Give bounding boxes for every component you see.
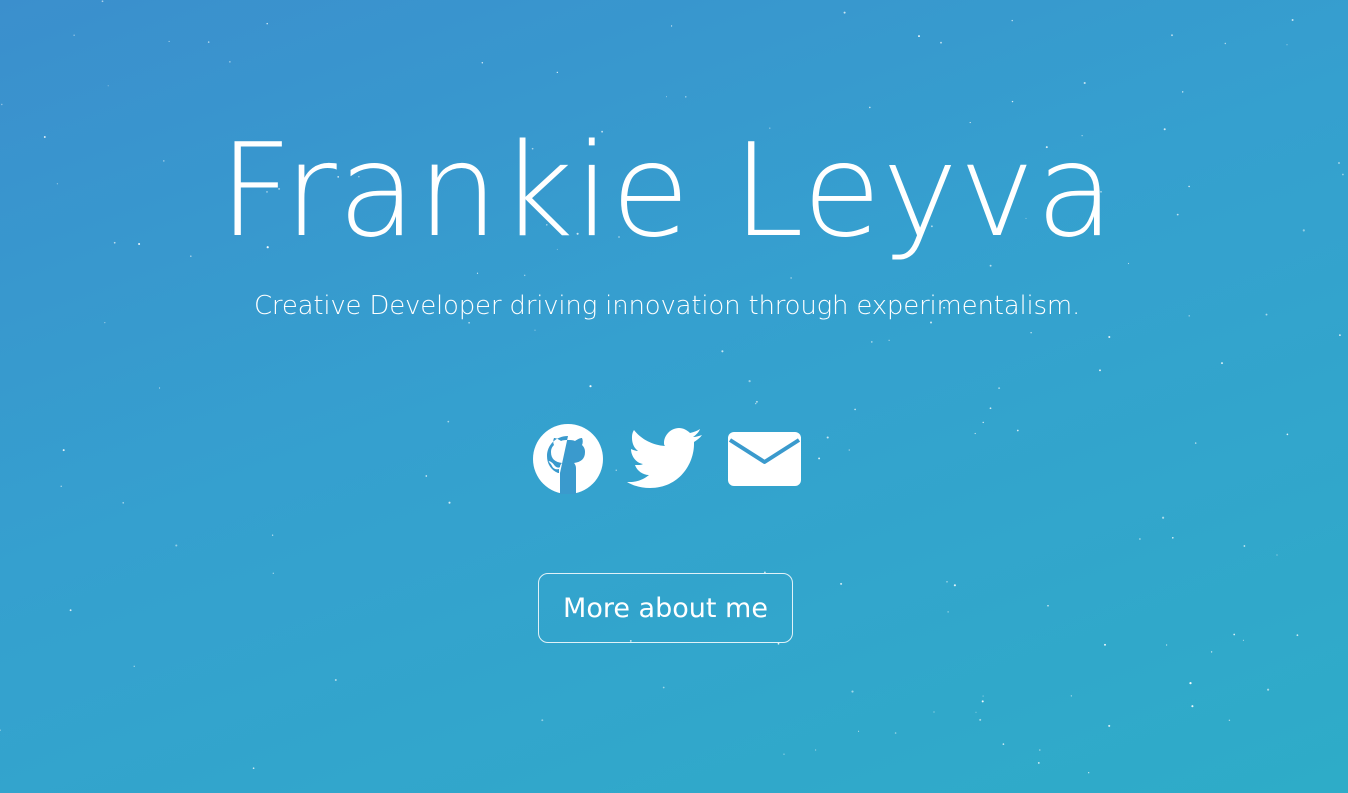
page-title: Frankie Leyva <box>218 117 1116 266</box>
twitter-link[interactable] <box>626 420 706 500</box>
github-link[interactable] <box>528 420 608 500</box>
github-icon <box>533 424 603 494</box>
social-links <box>528 420 808 500</box>
tagline: Creative Developer driving innovation th… <box>253 291 1081 321</box>
email-link[interactable] <box>726 420 806 500</box>
twitter-icon <box>627 428 702 488</box>
more-about-me-button[interactable]: More about me <box>538 573 793 643</box>
hero-section: Frankie Leyva Creative Developer driving… <box>0 0 1348 793</box>
email-icon <box>728 432 801 486</box>
